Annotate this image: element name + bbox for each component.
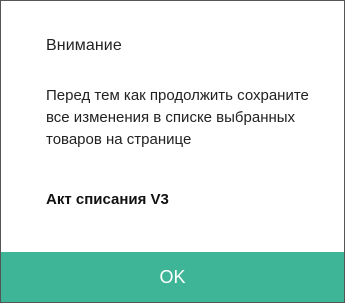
document-name: Акт списания V3: [46, 191, 169, 208]
dialog-title: Внимание: [46, 37, 122, 54]
confirmation-dialog: Внимание Перед тем как продолжить сохран…: [0, 0, 345, 303]
ok-button[interactable]: OK: [1, 252, 344, 302]
dialog-message: Перед тем как продолжить сохраните все и…: [46, 87, 309, 148]
